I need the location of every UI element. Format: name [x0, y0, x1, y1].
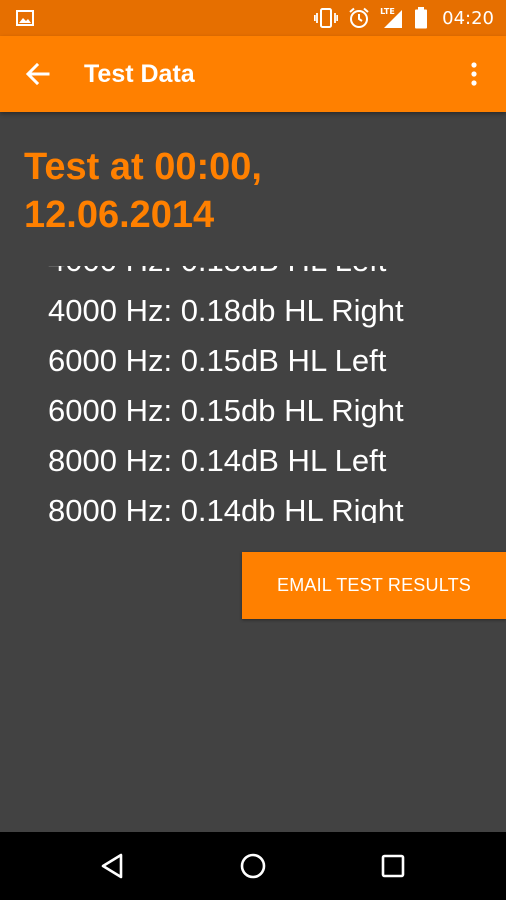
back-triangle-icon[interactable] [97, 850, 129, 882]
alarm-icon [349, 7, 369, 28]
list-item: 4000 Hz: 0.18db HL Right [48, 293, 404, 328]
list-item: 6000 Hz: 0.15db HL Right [48, 393, 404, 428]
list-item: 8000 Hz: 0.14dB HL Left [48, 443, 387, 478]
vibrate-icon [314, 8, 339, 28]
recents-square-icon[interactable] [377, 850, 409, 882]
list-item: 6000 Hz: 0.15dB HL Left [48, 343, 387, 378]
list-item: 4000 Hz: 0.18dB HL Left [48, 266, 404, 286]
test-title: Test at 00:00, 12.06.2014 [24, 143, 494, 239]
screen: LTE 04:20 Test Data Test at 00:00, 12.06… [0, 0, 506, 900]
battery-icon [415, 7, 428, 29]
app-toolbar: Test Data [0, 36, 506, 112]
home-circle-icon[interactable] [237, 850, 269, 882]
status-time: 04:20 [442, 7, 494, 29]
results-list: 4000 Hz: 0.18dB HL Left 4000 Hz: 0.18db … [48, 266, 404, 523]
toolbar-title: Test Data [84, 60, 195, 88]
navigation-bar [0, 832, 506, 900]
results-scroll-area[interactable]: 4000 Hz: 0.18dB HL Left 4000 Hz: 0.18db … [0, 266, 506, 523]
test-title-line1: Test at 00:00, [24, 146, 262, 188]
overflow-menu-icon[interactable] [462, 60, 486, 88]
list-item: 8000 Hz: 0.14db HL Right [48, 493, 404, 523]
back-arrow-icon[interactable] [24, 60, 52, 88]
image-notification-icon [16, 10, 34, 26]
signal-icon: LTE [380, 7, 404, 29]
test-title-line2: 12.06.2014 [24, 194, 215, 236]
email-test-results-button[interactable]: EMAIL TEST RESULTS [242, 552, 506, 619]
status-bar: LTE 04:20 [0, 0, 506, 36]
status-icons: LTE 04:20 [314, 0, 494, 36]
